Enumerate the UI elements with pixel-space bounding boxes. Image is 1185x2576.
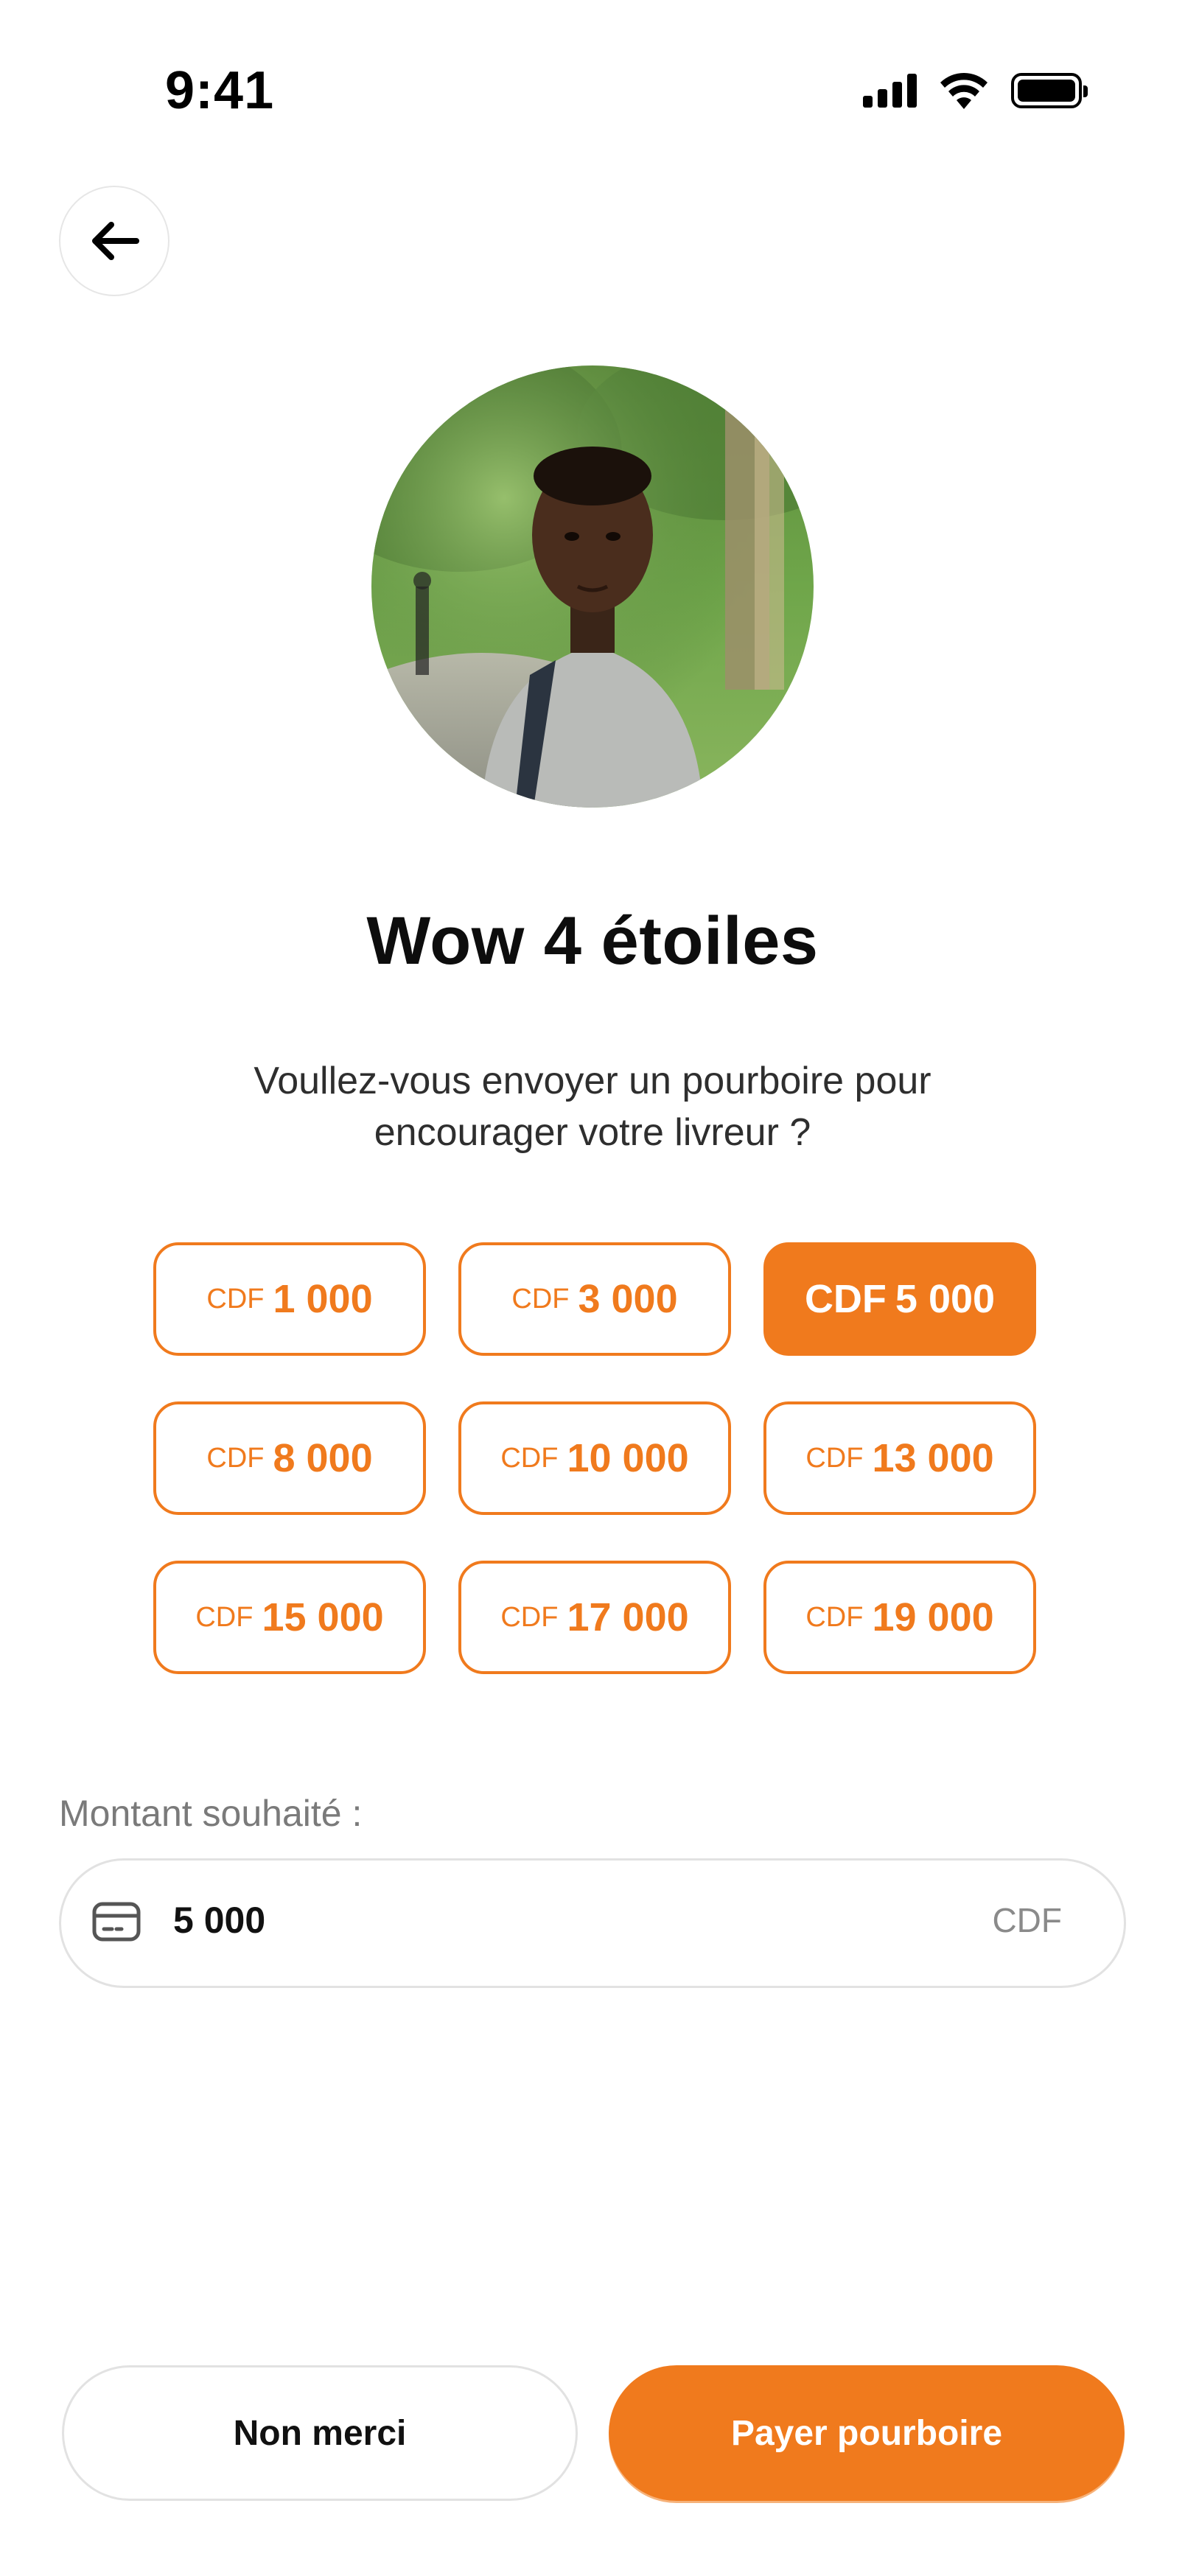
chip-currency: CDF <box>511 1283 570 1315</box>
tip-option-3000[interactable]: CDF 3 000 <box>458 1242 731 1356</box>
chip-value: 19 000 <box>872 1595 994 1639</box>
chip-value: 17 000 <box>567 1595 689 1639</box>
chip-value: 10 000 <box>567 1436 689 1480</box>
tip-option-8000[interactable]: CDF 8 000 <box>153 1401 426 1515</box>
tip-option-13000[interactable]: CDF 13 000 <box>763 1401 1036 1515</box>
status-bar: 9:41 <box>0 0 1185 192</box>
tip-prompt: Voullez-vous envoyer un pourboire pour e… <box>254 1060 931 1154</box>
chip-value: 5 000 <box>895 1277 996 1321</box>
desired-amount-currency: CDF <box>992 1901 1062 1939</box>
card-icon <box>92 1902 141 1945</box>
tip-option-15000[interactable]: CDF 15 000 <box>153 1561 426 1674</box>
tip-option-10000[interactable]: CDF 10 000 <box>458 1401 731 1515</box>
tip-option-17000[interactable]: CDF 17 000 <box>458 1561 731 1674</box>
chip-value: 3 000 <box>578 1277 678 1321</box>
tip-option-19000[interactable]: CDF 19 000 <box>763 1561 1036 1674</box>
chip-value: 8 000 <box>273 1436 373 1480</box>
chip-value: 13 000 <box>872 1436 994 1480</box>
chip-currency: CDF <box>206 1283 265 1315</box>
chip-value: 15 000 <box>262 1595 384 1639</box>
tip-option-5000[interactable]: CDF 5 000 <box>763 1242 1036 1356</box>
chip-currency: CDF <box>805 1601 864 1633</box>
chip-currency: CDF <box>805 1442 864 1474</box>
status-icons <box>863 72 1088 109</box>
chip-currency: CDF <box>195 1601 254 1633</box>
chip-currency: CDF <box>500 1601 559 1633</box>
chip-currency: CDF <box>500 1442 559 1474</box>
desired-amount-value: 5 000 <box>173 1900 266 1941</box>
courier-avatar <box>371 365 814 808</box>
page-title: Wow 4 étoiles <box>366 903 819 979</box>
chip-currency: CDF <box>804 1277 887 1321</box>
pay-tip-button[interactable]: Payer pourboire <box>609 2365 1125 2501</box>
no-thanks-button[interactable]: Non merci <box>62 2365 578 2501</box>
tip-option-1000[interactable]: CDF 1 000 <box>153 1242 426 1356</box>
arrow-left-icon <box>92 222 139 260</box>
status-time: 9:41 <box>165 61 275 120</box>
cellular-signal-icon <box>863 74 917 108</box>
wifi-icon <box>939 72 989 109</box>
chip-value: 1 000 <box>273 1277 373 1321</box>
chip-currency: CDF <box>206 1442 265 1474</box>
battery-icon <box>1011 73 1088 108</box>
desired-amount-label: Montant souhaité : <box>59 1793 363 1834</box>
desired-amount-input[interactable]: 5 000 CDF <box>59 1858 1126 1988</box>
back-button[interactable] <box>59 186 169 296</box>
